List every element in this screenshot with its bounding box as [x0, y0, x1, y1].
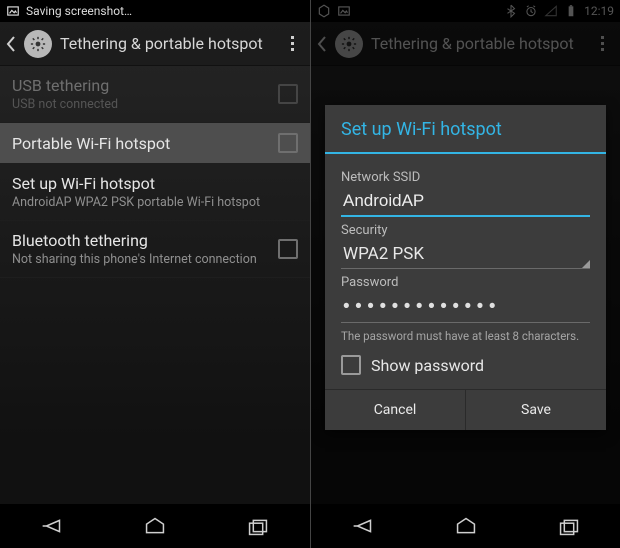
setup-hotspot-dialog: Set up Wi-Fi hotspot Network SSID Securi…: [325, 105, 606, 430]
actionbar: Tethering & portable hotspot: [0, 22, 310, 66]
save-button[interactable]: Save: [465, 390, 606, 430]
item-title: Bluetooth tethering: [12, 231, 278, 250]
password-hint: The password must have at least 8 charac…: [341, 329, 590, 343]
password-label: Password: [341, 275, 590, 290]
security-value: WPA2 PSK: [343, 244, 588, 264]
checkbox[interactable]: [278, 239, 298, 259]
security-label: Security: [341, 223, 590, 238]
nav-home-button[interactable]: [137, 512, 173, 540]
statusbar: Saving screenshot…: [0, 0, 310, 22]
nav-home-button[interactable]: [448, 512, 484, 540]
item-title: Set up Wi-Fi hotspot: [12, 174, 298, 193]
show-password-label: Show password: [371, 356, 484, 375]
password-input[interactable]: [341, 290, 590, 323]
nav-recent-button[interactable]: [240, 512, 276, 540]
dropdown-icon: [582, 260, 590, 268]
item-title: Portable Wi-Fi hotspot: [12, 134, 278, 153]
item-title: USB tethering: [12, 76, 278, 95]
show-password-checkbox[interactable]: [341, 355, 361, 375]
setup-hotspot-item[interactable]: Set up Wi-Fi hotspot AndroidAP WPA2 PSK …: [0, 164, 310, 221]
checkbox: [278, 84, 298, 104]
checkbox[interactable]: [278, 133, 298, 153]
bluetooth-tethering-item[interactable]: Bluetooth tethering Not sharing this pho…: [0, 221, 310, 278]
saving-text: Saving screenshot…: [26, 4, 132, 18]
page-title: Tethering & portable hotspot: [60, 34, 280, 53]
navbar: [0, 504, 310, 548]
nav-back-button[interactable]: [34, 512, 70, 540]
security-select[interactable]: WPA2 PSK: [341, 238, 590, 269]
portable-hotspot-item[interactable]: Portable Wi-Fi hotspot: [0, 123, 310, 164]
settings-list: USB tethering USB not connected Portable…: [0, 66, 310, 278]
phone-left: Saving screenshot… Tethering & portable …: [0, 0, 310, 548]
settings-app-icon: [24, 30, 52, 58]
dialog-title: Set up Wi-Fi hotspot: [325, 105, 606, 152]
nav-recent-button[interactable]: [551, 512, 587, 540]
usb-tethering-item: USB tethering USB not connected: [0, 66, 310, 123]
ssid-label: Network SSID: [341, 170, 590, 185]
overflow-menu-button[interactable]: [280, 36, 304, 51]
item-subtitle: AndroidAP WPA2 PSK portable Wi-Fi hotspo…: [12, 195, 298, 210]
back-button[interactable]: [6, 35, 24, 53]
item-subtitle: Not sharing this phone's Internet connec…: [12, 252, 278, 267]
nav-back-button[interactable]: [345, 512, 381, 540]
navbar: [311, 504, 620, 548]
ssid-input[interactable]: [341, 185, 590, 217]
phone-right: 12:19 Tethering & portable hotspot Set u…: [310, 0, 620, 548]
image-icon: [6, 4, 20, 18]
item-subtitle: USB not connected: [12, 97, 278, 112]
cancel-button[interactable]: Cancel: [325, 390, 465, 430]
